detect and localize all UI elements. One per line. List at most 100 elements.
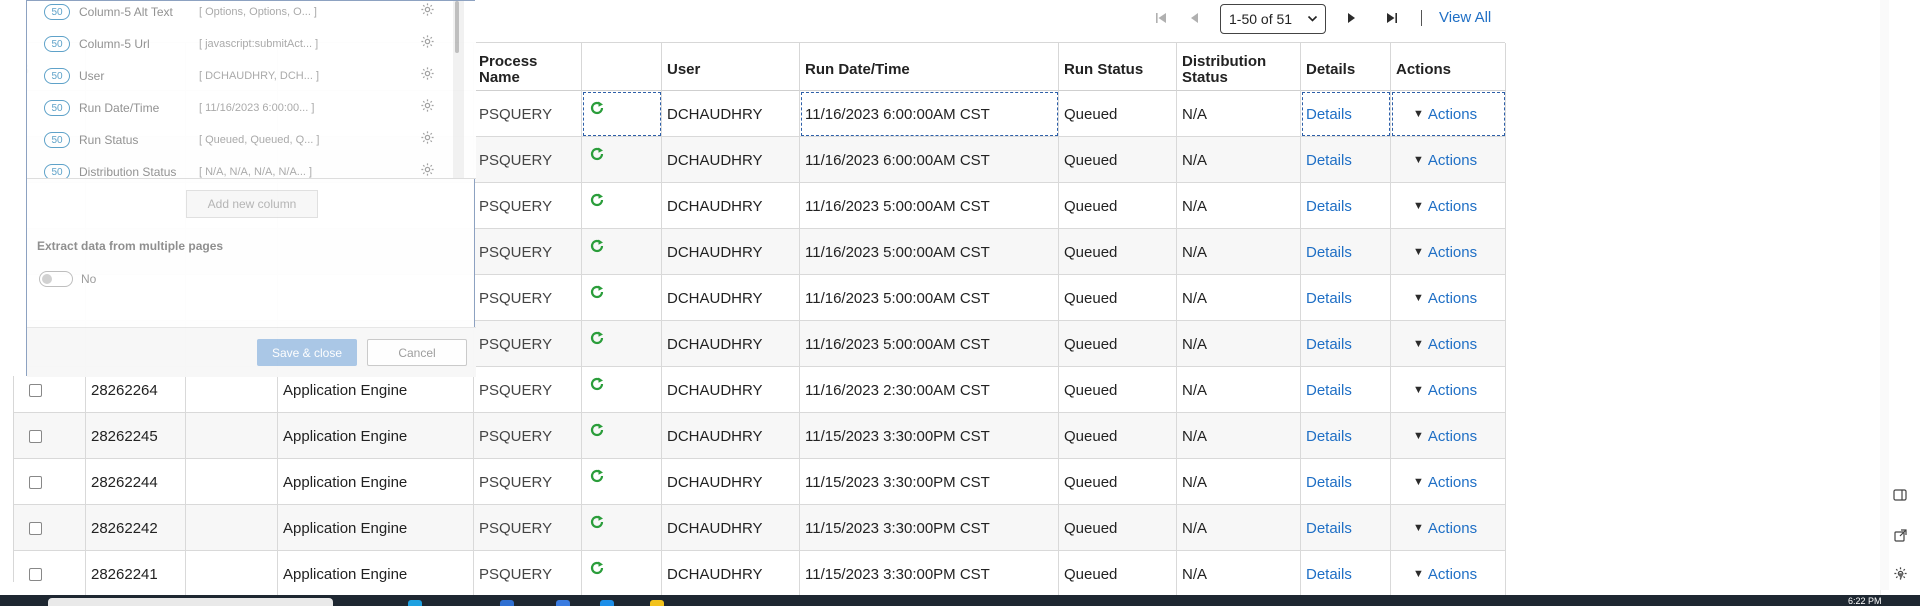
taskbar-app-icon[interactable] — [600, 600, 614, 606]
sidebar-panel-icon[interactable] — [1891, 486, 1909, 504]
gear-icon[interactable] — [420, 66, 435, 86]
details-text[interactable]: Details — [1306, 428, 1352, 445]
column-header-run-datetime[interactable]: Run Date/Time — [800, 43, 1059, 91]
distribution-status-text: N/A — [1182, 519, 1208, 537]
gear-icon[interactable] — [420, 2, 435, 22]
column-header-distribution-status[interactable]: Distribution Status — [1177, 43, 1301, 91]
table-row[interactable]: 28262244 Application Engine PSQUERY DCHAUDH… — [14, 459, 1506, 505]
column-header-run-status[interactable]: Run Status — [1059, 43, 1177, 91]
user-cell: DCHAUDHRY — [662, 551, 800, 597]
taskbar-app-icon[interactable] — [500, 600, 514, 606]
actions-menu-button[interactable]: ▼ Actions — [1413, 428, 1477, 445]
field-name[interactable]: Run Date/Time — [79, 101, 159, 115]
save-close-button[interactable]: Save & close — [257, 339, 357, 366]
refresh-icon[interactable] — [589, 238, 605, 254]
details-text[interactable]: Details — [1306, 198, 1352, 215]
actions-menu-button[interactable]: ▼ Actions — [1413, 106, 1477, 123]
refresh-icon[interactable] — [589, 330, 605, 346]
taskbar-clock: 6:22 PM — [1848, 596, 1882, 606]
details-cell: Details — [1301, 275, 1391, 321]
row-select-checkbox[interactable] — [29, 383, 42, 397]
extract-multiple-pages-toggle[interactable] — [39, 271, 73, 287]
actions-menu-button[interactable]: ▼ Actions — [1413, 244, 1477, 261]
extract-data-dialog: 50 Column-5 Alt Text [ Options, Options, O… — [26, 0, 476, 377]
field-name[interactable]: Column-5 Url — [79, 37, 150, 51]
taskbar-app-icon[interactable] — [556, 600, 570, 606]
actions-menu-button[interactable]: ▼ Actions — [1413, 382, 1477, 399]
refresh-icon[interactable] — [589, 514, 605, 530]
process-type-cell: Application Engine — [278, 459, 474, 505]
first-page-icon[interactable] — [1149, 8, 1173, 28]
taskbar-search-box[interactable] — [48, 598, 333, 606]
field-row: 50 Column-5 Alt Text [ Options, Options, O… — [27, 1, 457, 28]
actions-menu-button[interactable]: ▼ Actions — [1413, 520, 1477, 537]
table-row[interactable]: 28262241 Application Engine PSQUERY DCHAUDH… — [14, 551, 1506, 597]
field-name[interactable]: Column-5 Alt Text — [79, 5, 173, 19]
run-status-cell: Queued — [1059, 551, 1177, 597]
refresh-icon[interactable] — [589, 422, 605, 438]
actions-menu-button[interactable]: ▼ Actions — [1413, 566, 1477, 583]
run-datetime-cell: 11/16/2023 5:00:00AM CST — [800, 275, 1059, 321]
last-page-icon[interactable] — [1380, 8, 1404, 28]
row-select-checkbox[interactable] — [29, 567, 42, 581]
actions-menu-button[interactable]: ▼ Actions — [1413, 474, 1477, 491]
cancel-button[interactable]: Cancel — [367, 339, 467, 366]
field-list-scroll-thumb[interactable] — [455, 1, 459, 53]
gear-icon[interactable] — [420, 162, 435, 178]
refresh-icon[interactable] — [589, 100, 605, 116]
pager-divider — [1421, 10, 1422, 26]
details-cell: Details — [1301, 413, 1391, 459]
table-row[interactable]: 28262245 Application Engine PSQUERY DCHAUDH… — [14, 413, 1506, 459]
details-text[interactable]: Details — [1306, 382, 1352, 399]
run-datetime-cell: 11/15/2023 3:30:00PM CST — [800, 505, 1059, 551]
taskbar-app-icon[interactable] — [408, 600, 422, 606]
field-count-badge: 50 — [44, 100, 70, 116]
row-select-checkbox[interactable] — [29, 521, 42, 535]
actions-menu-button[interactable]: ▼ Actions — [1413, 152, 1477, 169]
actions-menu-button[interactable]: ▼ Actions — [1413, 198, 1477, 215]
toggle-state-label: No — [81, 272, 97, 286]
column-header-process-name[interactable]: Process Name — [474, 43, 582, 91]
caret-down-icon: ▼ — [1413, 338, 1424, 350]
page-scrollbar[interactable] — [1880, 0, 1889, 590]
gear-icon[interactable] — [420, 130, 435, 150]
details-text[interactable]: Details — [1306, 244, 1352, 261]
refresh-icon[interactable] — [589, 560, 605, 576]
actions-label: Actions — [1427, 289, 1478, 307]
taskbar-app-icon[interactable] — [650, 600, 664, 606]
refresh-icon[interactable] — [589, 284, 605, 300]
details-text[interactable]: Details — [1306, 520, 1352, 537]
run-status-cell: Queued — [1059, 275, 1177, 321]
field-name[interactable]: Run Status — [79, 133, 138, 147]
table-row[interactable]: 28262242 Application Engine PSQUERY DCHAUDH… — [14, 505, 1506, 551]
actions-cell: ▼ Actions — [1391, 183, 1506, 229]
refresh-icon[interactable] — [589, 146, 605, 162]
field-name[interactable]: Distribution Status — [79, 165, 176, 178]
actions-menu-button[interactable]: ▼ Actions — [1413, 336, 1477, 353]
open-external-icon[interactable] — [1891, 526, 1909, 544]
add-column-button[interactable]: Add new column — [186, 190, 318, 218]
view-all-link[interactable]: View All — [1439, 9, 1491, 26]
actions-label: Actions — [1427, 243, 1478, 261]
row-select-checkbox[interactable] — [29, 475, 42, 489]
page-range-select[interactable]: 1-50 of 51 — [1220, 4, 1326, 34]
details-text[interactable]: Details — [1306, 474, 1352, 491]
column-header-user[interactable]: User — [662, 43, 800, 91]
gear-icon[interactable] — [420, 34, 435, 54]
details-text[interactable]: Details — [1306, 152, 1352, 169]
refresh-cell — [582, 413, 662, 459]
field-name[interactable]: User — [79, 69, 104, 83]
gear-icon[interactable] — [420, 98, 435, 118]
row-select-checkbox[interactable] — [29, 429, 42, 443]
refresh-icon[interactable] — [589, 192, 605, 208]
previous-page-icon[interactable] — [1183, 8, 1207, 28]
actions-menu-button[interactable]: ▼ Actions — [1413, 290, 1477, 307]
details-text[interactable]: Details — [1306, 290, 1352, 307]
details-text[interactable]: Details — [1306, 566, 1352, 583]
scroll-down-icon[interactable]: ▼ — [1896, 571, 1906, 582]
refresh-icon[interactable] — [589, 376, 605, 392]
refresh-icon[interactable] — [589, 468, 605, 484]
next-page-icon[interactable] — [1339, 8, 1363, 28]
details-text[interactable]: Details — [1306, 106, 1352, 123]
details-text[interactable]: Details — [1306, 336, 1352, 353]
